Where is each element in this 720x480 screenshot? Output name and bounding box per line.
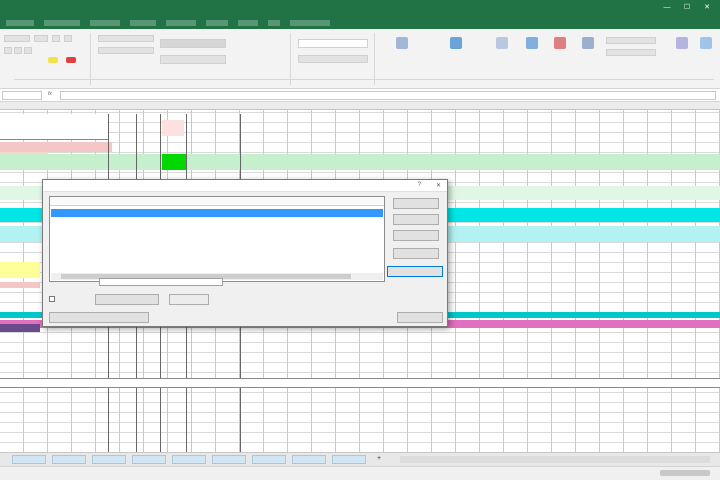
dialog-button-9[interactable] <box>397 312 443 323</box>
names-list[interactable] <box>49 196 385 282</box>
formula-input[interactable] <box>60 91 716 100</box>
number-format-buttons[interactable] <box>298 55 368 63</box>
ribbon-group-label-line <box>14 79 714 80</box>
sheet-tab[interactable] <box>172 455 206 464</box>
bold-button[interactable] <box>4 47 12 54</box>
zoom-slider[interactable] <box>660 470 710 476</box>
sort-filter-icon[interactable] <box>676 37 688 49</box>
status-bar <box>0 466 720 480</box>
dialog-button-1[interactable] <box>393 198 439 209</box>
sheet-tab[interactable] <box>92 455 126 464</box>
sheet-tab[interactable] <box>12 455 46 464</box>
ribbon <box>0 29 720 89</box>
cell-styles-icon[interactable] <box>496 37 508 49</box>
ribbon-separator <box>374 33 375 85</box>
bright-green-cell[interactable] <box>162 154 186 170</box>
close-icon[interactable]: ✕ <box>702 3 712 13</box>
maximize-icon[interactable]: ☐ <box>682 3 692 13</box>
dialog-title-bar: ? ✕ <box>43 180 447 192</box>
underline-button[interactable] <box>24 47 32 54</box>
dialog-button-2[interactable] <box>393 214 439 225</box>
ribbon-tab[interactable] <box>44 20 80 26</box>
column-headers <box>0 102 720 110</box>
pink-cell[interactable] <box>0 282 40 288</box>
delete-cells-icon[interactable] <box>554 37 566 49</box>
ribbon-tab[interactable] <box>130 20 156 26</box>
dialog-button-7[interactable] <box>169 294 209 305</box>
ribbon-tab[interactable] <box>238 20 258 26</box>
sheet-tab[interactable] <box>52 455 86 464</box>
alignment-group-row2[interactable] <box>98 47 154 54</box>
font-color-icon[interactable] <box>66 57 76 63</box>
find-select-icon[interactable] <box>700 37 712 49</box>
purple-cell[interactable] <box>0 324 40 332</box>
sheet-tab[interactable] <box>292 455 326 464</box>
ribbon-tab[interactable] <box>290 20 330 26</box>
pink-header-cell[interactable] <box>162 120 184 136</box>
help-icon[interactable]: ? <box>418 182 421 188</box>
alignment-group[interactable] <box>98 35 154 42</box>
conditional-formatting-icon[interactable] <box>396 37 408 49</box>
scope-label <box>49 286 79 294</box>
ribbon-tab[interactable] <box>6 20 34 26</box>
sheet-tabs-bar: + <box>0 452 720 466</box>
font-size-dropdown[interactable] <box>34 35 48 42</box>
list-header <box>50 197 384 206</box>
font-name-dropdown[interactable] <box>4 35 30 42</box>
italic-button[interactable] <box>14 47 22 54</box>
ribbon-tab[interactable] <box>166 20 196 26</box>
merge-center-button[interactable] <box>160 55 226 64</box>
minimize-icon[interactable]: — <box>662 3 672 13</box>
ribbon-separator <box>290 33 291 85</box>
sheet-tab[interactable] <box>252 455 286 464</box>
ribbon-tab[interactable] <box>206 20 228 26</box>
close-icon[interactable]: ✕ <box>436 182 441 189</box>
autosum-button[interactable] <box>606 37 656 44</box>
ribbon-tab[interactable] <box>90 20 120 26</box>
name-manager-dialog: ? ✕ <box>42 179 448 327</box>
row-pink-1[interactable] <box>0 142 112 152</box>
formula-bar: fx <box>0 89 720 102</box>
header-block <box>0 114 108 140</box>
number-format-dropdown[interactable] <box>298 39 368 48</box>
refers-to-field[interactable] <box>99 278 223 286</box>
dialog-button-8[interactable] <box>49 312 149 323</box>
sheet-tab[interactable] <box>212 455 246 464</box>
yellow-cell[interactable] <box>0 262 40 278</box>
title-bar: — ☐ ✕ <box>0 0 720 16</box>
dialog-button-3[interactable] <box>393 230 439 241</box>
ribbon-tab[interactable] <box>268 20 280 26</box>
ribbon-separator <box>90 33 91 85</box>
grow-font-button[interactable] <box>52 35 60 42</box>
sheet-tab[interactable] <box>132 455 166 464</box>
sheet-tab[interactable] <box>332 455 366 464</box>
dialog-button-4[interactable] <box>393 248 439 259</box>
format-cells-icon[interactable] <box>582 37 594 49</box>
dialog-button-6[interactable] <box>95 294 159 305</box>
list-item-selected[interactable] <box>51 209 383 217</box>
fill-button[interactable] <box>606 49 656 56</box>
ribbon-tabs <box>0 16 720 29</box>
plus-icon[interactable]: + <box>374 455 384 464</box>
lower-header-row <box>0 378 720 388</box>
name-box[interactable] <box>2 91 42 100</box>
insert-cells-icon[interactable] <box>526 37 538 49</box>
format-as-table-icon[interactable] <box>450 37 462 49</box>
fill-color-icon[interactable] <box>48 57 58 63</box>
option-checkbox[interactable] <box>49 296 55 302</box>
fx-label[interactable]: fx <box>48 91 52 97</box>
wrap-text-button[interactable] <box>160 39 226 48</box>
dialog-button-5[interactable] <box>387 266 443 277</box>
shrink-font-button[interactable] <box>64 35 72 42</box>
horizontal-scrollbar[interactable] <box>400 456 710 463</box>
